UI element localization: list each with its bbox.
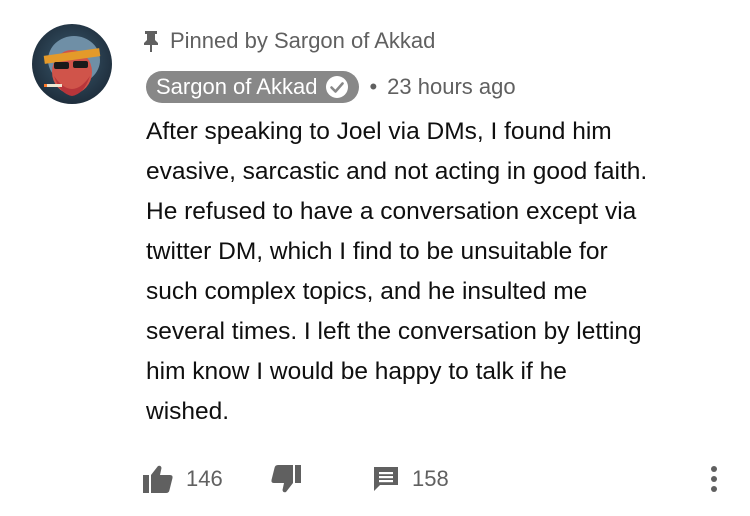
- avatar[interactable]: [32, 24, 112, 104]
- comment-action-bar: 146 158: [142, 460, 732, 498]
- reply-count: 158: [412, 466, 449, 491]
- author-name: Sargon of Akkad: [156, 74, 318, 99]
- comment-icon: [372, 465, 400, 493]
- dislike-button[interactable]: [270, 460, 302, 498]
- pinned-label: Pinned by Sargon of Akkad: [170, 28, 436, 53]
- comment-text: After speaking to Joel via DMs, I found …: [146, 118, 648, 425]
- comment-header: Sargon of Akkad • 23 hours ago: [146, 71, 516, 103]
- more-options-button[interactable]: [702, 460, 726, 498]
- thumbs-down-icon: [270, 464, 302, 494]
- checkmark-icon: [325, 75, 349, 99]
- reply-button[interactable]: 158: [372, 460, 449, 498]
- comment-timestamp[interactable]: 23 hours ago: [387, 74, 515, 100]
- like-count: 146: [186, 466, 223, 491]
- like-button[interactable]: 146: [142, 460, 223, 498]
- more-vertical-icon: [710, 465, 718, 493]
- author-chip[interactable]: Sargon of Akkad: [146, 71, 360, 103]
- timestamp-separator: •: [369, 74, 378, 99]
- pin-icon: [142, 29, 160, 53]
- avatar-image: [32, 24, 112, 104]
- thumbs-up-icon: [142, 464, 174, 494]
- pinned-indicator: Pinned by Sargon of Akkad: [142, 26, 435, 56]
